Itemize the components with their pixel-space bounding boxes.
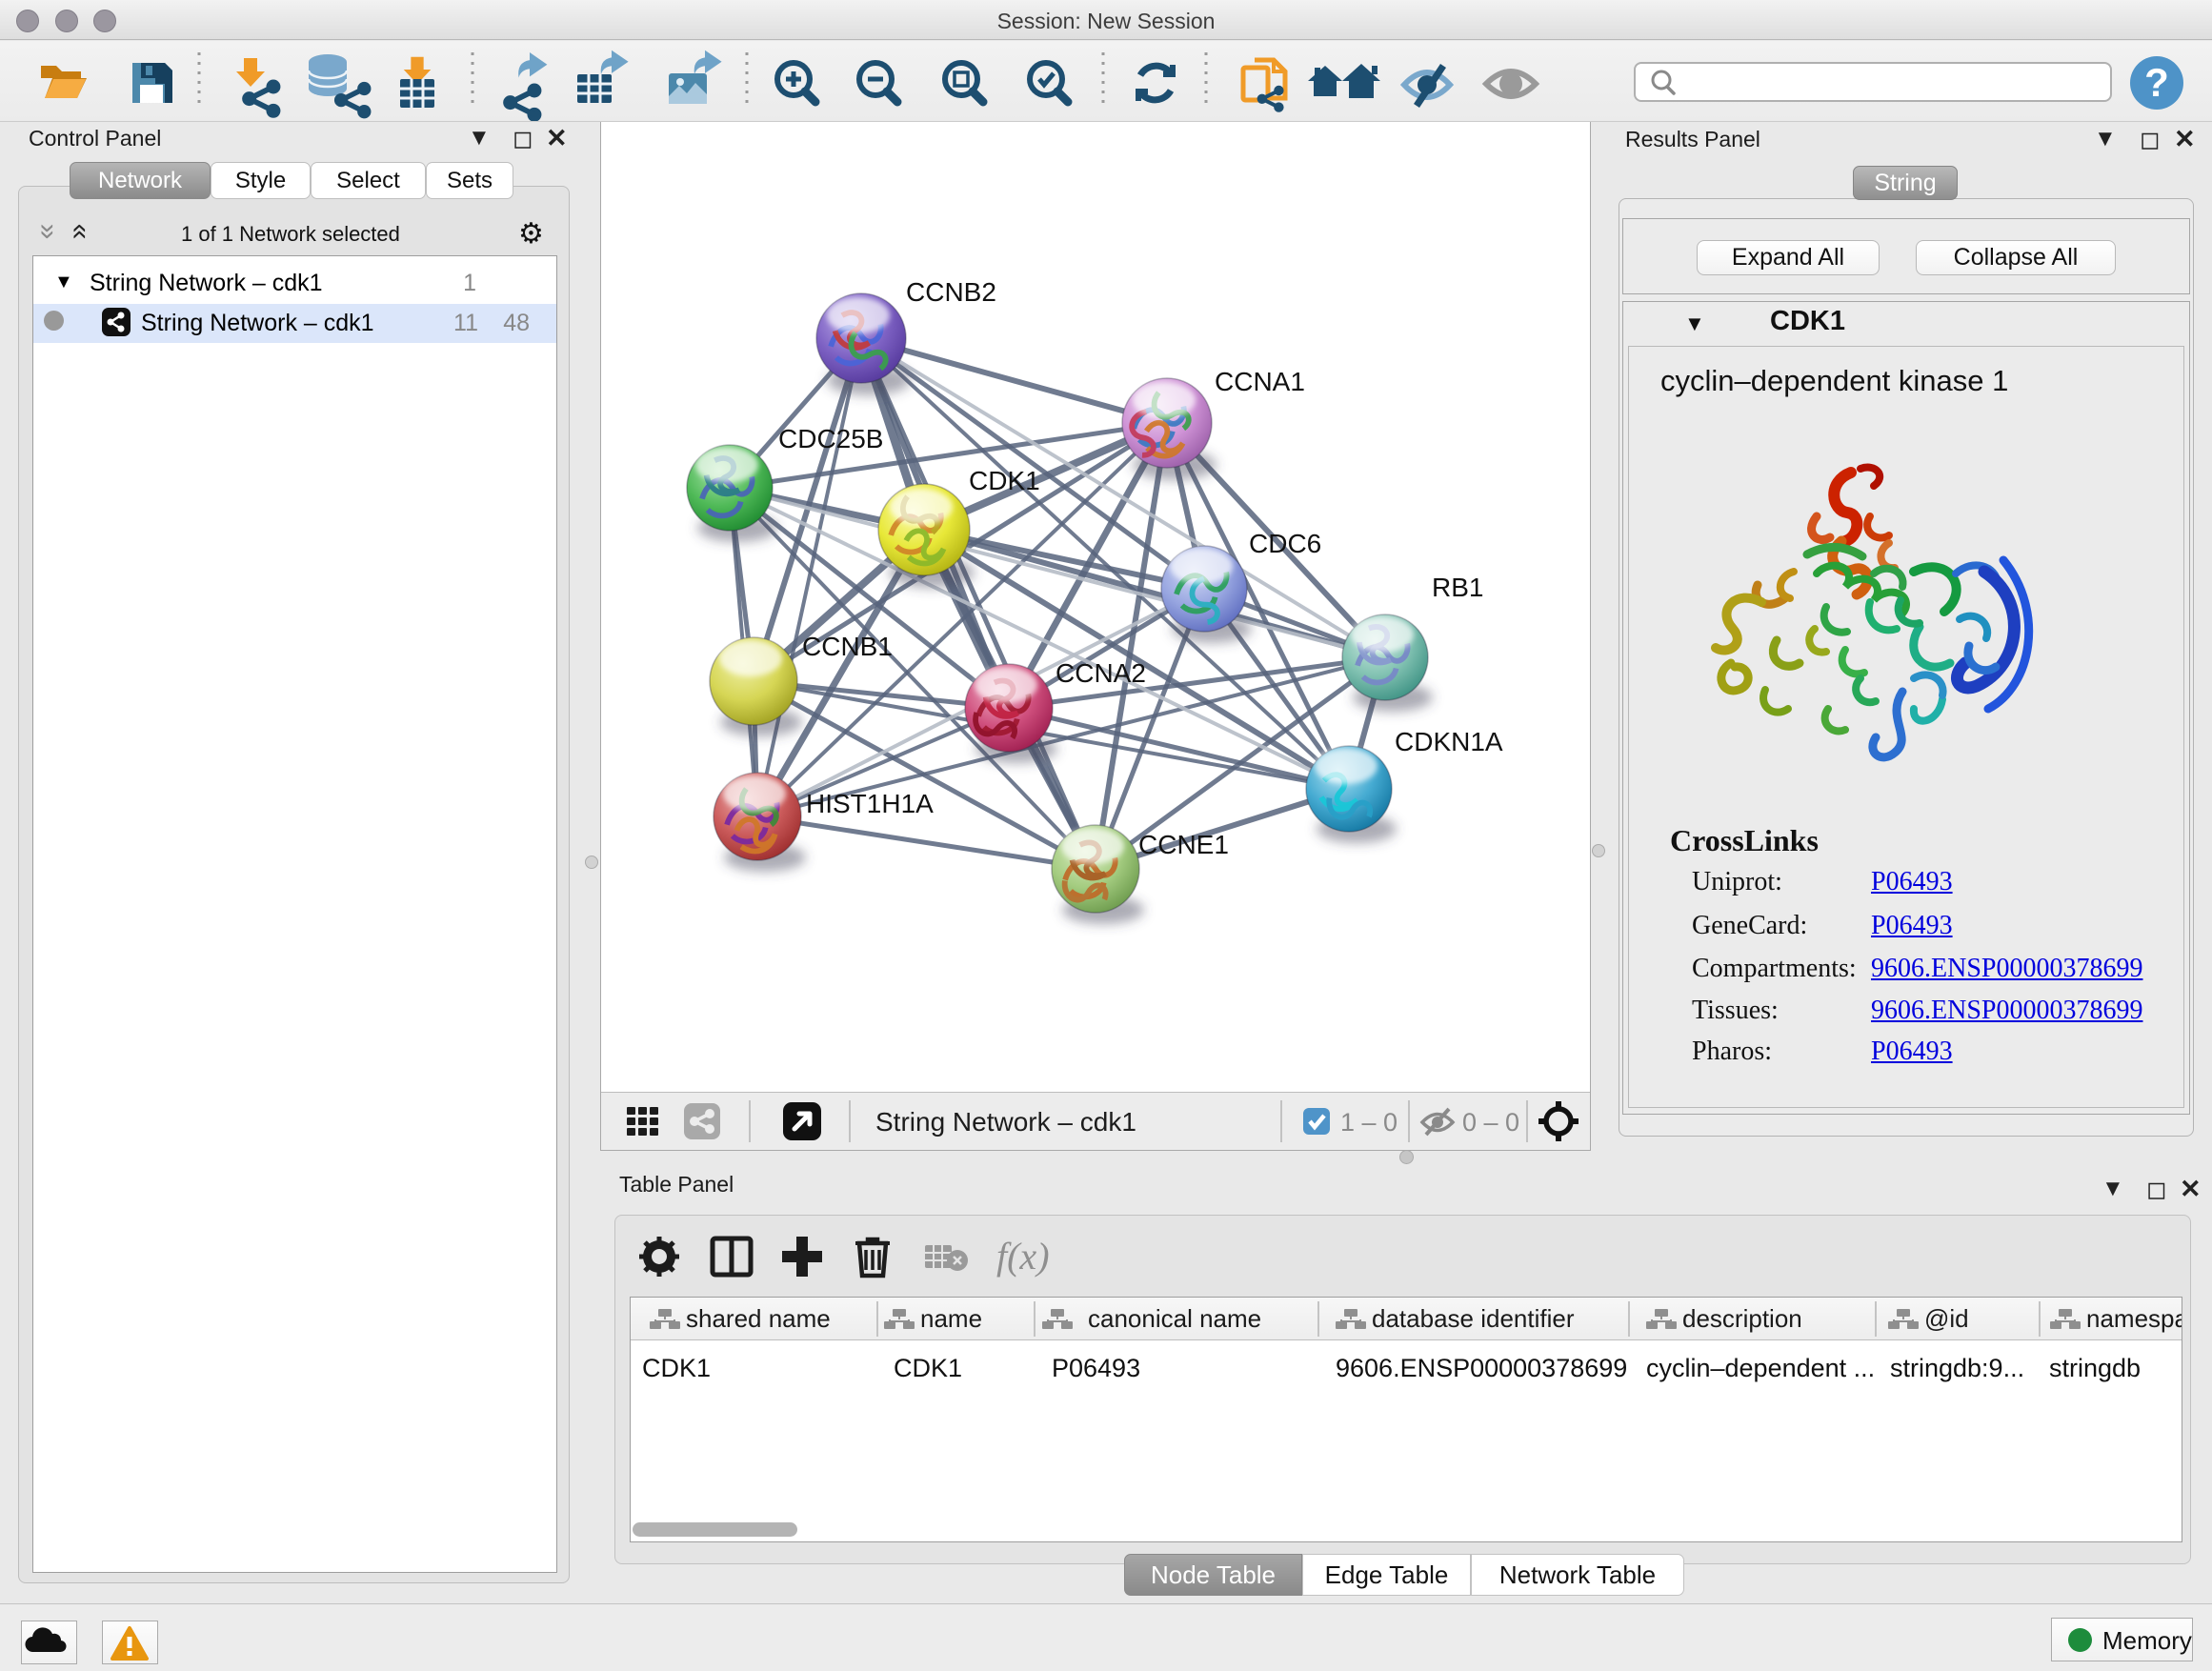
svg-text:canonical name: canonical name xyxy=(1088,1304,1261,1333)
svg-text:namespace: namespace xyxy=(2086,1304,2182,1333)
svg-text:CCNB1: CCNB1 xyxy=(802,632,893,661)
svg-text:CCNB2: CCNB2 xyxy=(906,277,996,307)
svg-text:CDKN1A: CDKN1A xyxy=(1395,727,1503,756)
svg-text:CDC25B: CDC25B xyxy=(778,424,883,453)
svg-text:CCNA2: CCNA2 xyxy=(1056,658,1146,688)
svg-text:@id: @id xyxy=(1924,1304,1969,1333)
svg-text:1 – 0: 1 – 0 xyxy=(1340,1108,1398,1137)
svg-text:shared name: shared name xyxy=(686,1304,831,1333)
svg-text:0 – 0: 0 – 0 xyxy=(1462,1108,1519,1137)
svg-text:f(x): f(x) xyxy=(996,1235,1050,1278)
svg-text:RB1: RB1 xyxy=(1432,573,1483,602)
svg-text:CCNE1: CCNE1 xyxy=(1138,830,1229,859)
svg-text:HIST1H1A: HIST1H1A xyxy=(806,789,934,818)
svg-text:CDK1: CDK1 xyxy=(969,466,1040,495)
svg-text:database identifier: database identifier xyxy=(1372,1304,1575,1333)
svg-text:description: description xyxy=(1682,1304,1802,1333)
svg-text:String Network – cdk1: String Network – cdk1 xyxy=(875,1107,1136,1137)
svg-text:CCNA1: CCNA1 xyxy=(1215,367,1305,396)
svg-text:?: ? xyxy=(2144,60,2169,105)
svg-text:CDC6: CDC6 xyxy=(1249,529,1321,558)
svg-text:name: name xyxy=(920,1304,982,1333)
